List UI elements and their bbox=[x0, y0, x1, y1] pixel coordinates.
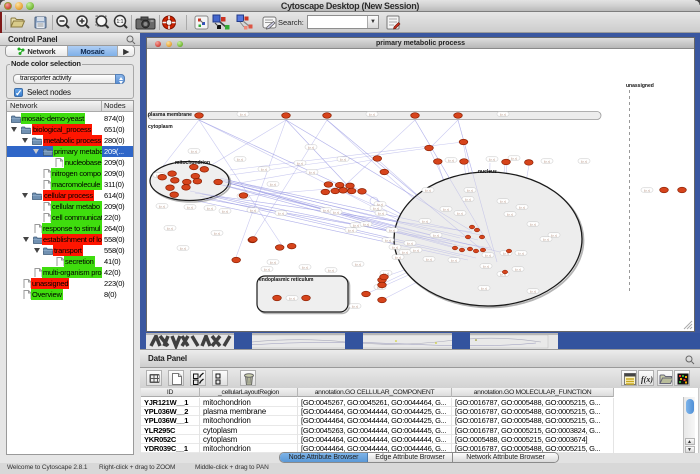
svg-text:[tx.x]: [tx.x] bbox=[451, 258, 458, 262]
svg-text:[tx.x]: [tx.x] bbox=[363, 222, 370, 226]
svg-text:[tx.x]: [tx.x] bbox=[353, 223, 360, 227]
svg-text:[tx.x]: [tx.x] bbox=[457, 211, 464, 215]
svg-text:[tx.x]: [tx.x] bbox=[543, 237, 550, 241]
svg-text:endoplasmic reticulum: endoplasmic reticulum bbox=[259, 277, 314, 283]
svg-text:[tx.x]: [tx.x] bbox=[270, 182, 277, 186]
svg-text:[tx.x]: [tx.x] bbox=[378, 211, 385, 215]
svg-text:[tx.x]: [tx.x] bbox=[448, 158, 455, 162]
svg-text:[tx.x]: [tx.x] bbox=[433, 233, 440, 237]
svg-text:unassigned: unassigned bbox=[626, 83, 654, 89]
svg-text:[tx.x]: [tx.x] bbox=[544, 159, 551, 163]
svg-text:cytoplasm: cytoplasm bbox=[148, 124, 173, 130]
svg-text:[tx.x]: [tx.x] bbox=[355, 262, 362, 266]
svg-text:nucleus: nucleus bbox=[478, 169, 497, 175]
svg-text:[tx.x]: [tx.x] bbox=[237, 157, 244, 161]
svg-text:[tx.x]: [tx.x] bbox=[515, 267, 522, 271]
svg-text:[tx.x]: [tx.x] bbox=[530, 222, 537, 226]
svg-text:[tx.x]: [tx.x] bbox=[519, 205, 526, 209]
svg-text:[tx.x]: [tx.x] bbox=[278, 211, 285, 215]
svg-text:[tx.x]: [tx.x] bbox=[443, 207, 450, 211]
svg-text:[tx.x]: [tx.x] bbox=[297, 161, 304, 165]
svg-text:[tx.x]: [tx.x] bbox=[369, 112, 376, 116]
svg-text:[tx.x]: [tx.x] bbox=[483, 264, 490, 268]
svg-text:[tx.x]: [tx.x] bbox=[500, 199, 507, 203]
svg-text:[tx.x]: [tx.x] bbox=[207, 206, 214, 210]
svg-text:[tx.x]: [tx.x] bbox=[481, 286, 488, 290]
svg-text:[tx.x]: [tx.x] bbox=[402, 250, 409, 254]
svg-text:[tx.x]: [tx.x] bbox=[328, 268, 335, 272]
svg-text:[tx.x]: [tx.x] bbox=[261, 167, 268, 171]
svg-text:[tx.x]: [tx.x] bbox=[389, 228, 396, 232]
svg-text:[tx.x]: [tx.x] bbox=[180, 246, 187, 250]
svg-text:[tx.x]: [tx.x] bbox=[385, 238, 392, 242]
svg-text:[tx.x]: [tx.x] bbox=[333, 210, 340, 214]
svg-text:[tx.x]: [tx.x] bbox=[240, 112, 247, 116]
svg-text:plasma membrane: plasma membrane bbox=[148, 112, 192, 118]
svg-text:[tx.x]: [tx.x] bbox=[191, 149, 198, 153]
svg-text:[tx.x]: [tx.x] bbox=[644, 188, 651, 192]
svg-text:[tx.x]: [tx.x] bbox=[422, 219, 429, 223]
svg-text:[tx.x]: [tx.x] bbox=[392, 245, 399, 249]
svg-text:[tx.x]: [tx.x] bbox=[551, 233, 558, 237]
svg-text:[tx.x]: [tx.x] bbox=[289, 296, 296, 300]
svg-text:[tx.x]: [tx.x] bbox=[500, 112, 507, 116]
svg-text:[tx.x]: [tx.x] bbox=[302, 265, 309, 269]
svg-text:[tx.x]: [tx.x] bbox=[348, 228, 355, 232]
svg-text:[tx.x]: [tx.x] bbox=[167, 226, 174, 230]
svg-text:[tx.x]: [tx.x] bbox=[507, 212, 514, 216]
svg-text:[tx.x]: [tx.x] bbox=[581, 159, 588, 163]
svg-text:f(x): f(x) bbox=[641, 375, 653, 384]
svg-text:[tx.x]: [tx.x] bbox=[352, 304, 359, 308]
svg-text:[tx.x]: [tx.x] bbox=[485, 253, 492, 257]
svg-text:[tx.x]: [tx.x] bbox=[187, 205, 194, 209]
svg-text:[tx.x]: [tx.x] bbox=[340, 157, 347, 161]
svg-text:[tx.x]: [tx.x] bbox=[159, 204, 166, 208]
svg-text:[tx.x]: [tx.x] bbox=[222, 209, 229, 213]
svg-text:[tx.x]: [tx.x] bbox=[250, 208, 257, 212]
svg-text:1:1: 1:1 bbox=[117, 19, 124, 25]
svg-text:[tx.x]: [tx.x] bbox=[270, 260, 277, 264]
svg-text:[tx.x]: [tx.x] bbox=[489, 157, 496, 161]
svg-text:[tx.x]: [tx.x] bbox=[395, 255, 402, 259]
svg-text:[tx.x]: [tx.x] bbox=[373, 206, 380, 210]
svg-text:[tx.x]: [tx.x] bbox=[425, 188, 432, 192]
svg-text:[tx.x]: [tx.x] bbox=[467, 188, 474, 192]
svg-text:[tx.x]: [tx.x] bbox=[214, 231, 221, 235]
svg-text:[tx.x]: [tx.x] bbox=[413, 248, 420, 252]
svg-text:[tx.x]: [tx.x] bbox=[426, 257, 433, 261]
svg-text:[tx.x]: [tx.x] bbox=[309, 170, 316, 174]
svg-text:[tx.x]: [tx.x] bbox=[465, 197, 472, 201]
svg-text:[tx.x]: [tx.x] bbox=[518, 251, 525, 255]
svg-text:[tx.x]: [tx.x] bbox=[407, 241, 414, 245]
svg-text:[tx.x]: [tx.x] bbox=[323, 208, 330, 212]
svg-text:[tx.x]: [tx.x] bbox=[511, 156, 518, 160]
svg-text:[tx.x]: [tx.x] bbox=[530, 289, 537, 293]
svg-text:[tx.x]: [tx.x] bbox=[264, 267, 271, 271]
svg-text:[tx.x]: [tx.x] bbox=[308, 145, 315, 149]
